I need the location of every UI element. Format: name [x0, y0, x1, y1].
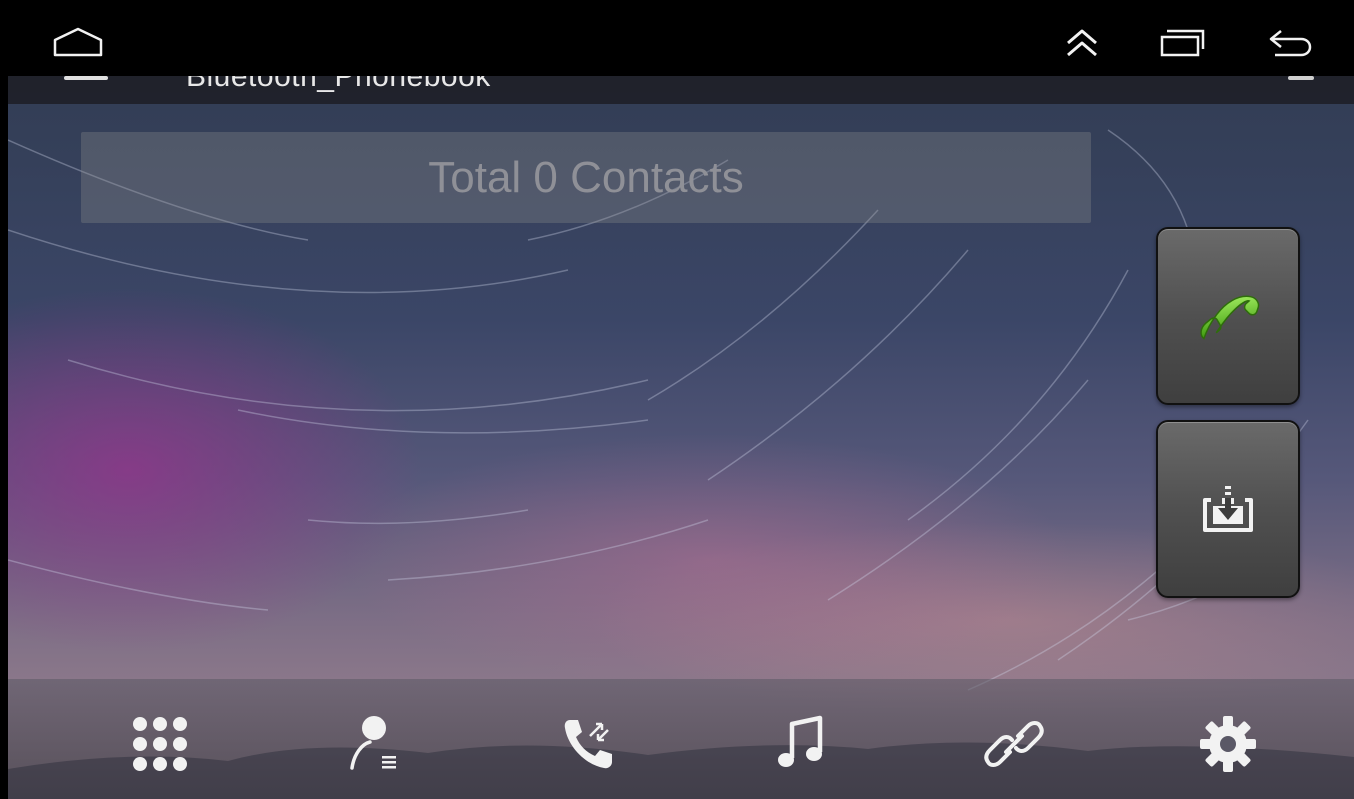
home-outline-icon [53, 27, 103, 57]
nav-contacts[interactable] [334, 709, 414, 779]
download-contacts-button[interactable] [1156, 420, 1300, 598]
contacts-count-label: Total 0 Contacts [428, 152, 744, 202]
contacts-icon [350, 716, 396, 770]
dialpad-icon [133, 717, 187, 771]
app-title: Bluetooth_Phonebook [186, 76, 491, 93]
chevron-up-double-icon [1067, 29, 1097, 57]
expand-button[interactable] [1054, 20, 1110, 64]
gear-icon [1200, 716, 1256, 772]
recent-apps-button[interactable] [1156, 20, 1212, 64]
back-icon [1269, 30, 1312, 57]
download-tray-icon [1203, 486, 1253, 532]
nav-call-log[interactable] [548, 709, 628, 779]
call-log-icon [564, 720, 612, 769]
link-icon [984, 721, 1044, 767]
wallpaper-screen: Bluetooth_Phonebook Total 0 Contacts [8, 0, 1354, 799]
mountain-silhouette [8, 742, 1354, 799]
home-button[interactable] [50, 20, 106, 64]
contacts-summary-box: Total 0 Contacts [81, 132, 1091, 223]
nav-settings[interactable] [1188, 709, 1268, 779]
call-button[interactable] [1156, 227, 1300, 405]
phone-icon [1200, 295, 1260, 340]
overflow-menu-icon[interactable] [1288, 76, 1314, 80]
nav-connection[interactable] [974, 709, 1054, 779]
system-navigation-bar [0, 0, 1354, 76]
nav-bt-music[interactable] [762, 709, 842, 779]
recent-apps-icon [1160, 29, 1205, 57]
menu-icon[interactable] [64, 76, 108, 84]
back-button[interactable] [1262, 20, 1318, 64]
bottom-navigation-bar [8, 679, 1354, 799]
music-note-icon [778, 715, 823, 767]
app-title-bar: Bluetooth_Phonebook [8, 76, 1354, 104]
nav-dialpad[interactable] [120, 709, 200, 779]
